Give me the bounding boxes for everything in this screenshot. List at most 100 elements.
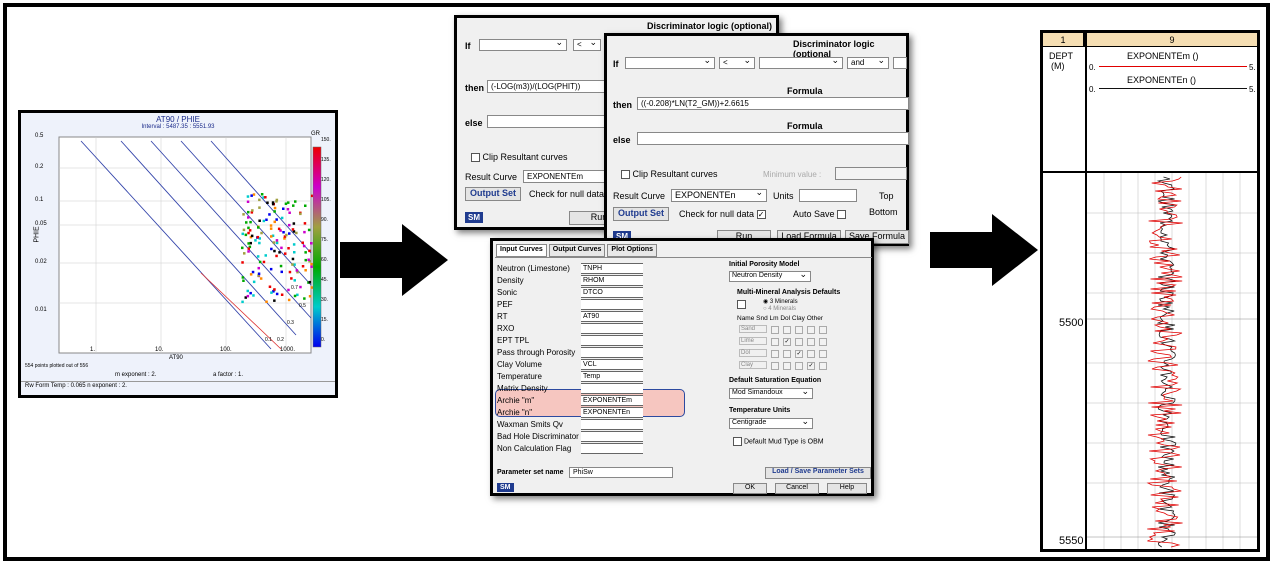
scatter-point <box>246 294 250 298</box>
else-formula-input[interactable] <box>487 115 607 128</box>
scatter-point <box>256 235 260 239</box>
input-curve-field[interactable] <box>581 335 643 346</box>
scatter-point <box>308 280 312 284</box>
obm-checkbox[interactable]: Default Mud Type is OBM <box>733 437 824 446</box>
mineral-checkbox[interactable] <box>795 362 803 370</box>
crossplot-gr-label: GR <box>311 131 320 137</box>
mineral-checkbox[interactable] <box>783 350 791 358</box>
result-curve-select[interactable]: EXPONENTEn <box>671 187 767 202</box>
if-curve-select[interactable] <box>625 55 715 69</box>
tab-input-curves[interactable]: Input Curves <box>496 244 547 257</box>
input-curve-field[interactable]: RHOM <box>581 275 643 286</box>
else-label: else <box>465 118 483 128</box>
then-formula-input[interactable]: ((-0.208)*LN(T2_GM))+2.6615 <box>637 97 909 110</box>
scatter-point <box>287 288 290 292</box>
depth-label: DEPT <box>1049 51 1074 61</box>
if-curve-select[interactable] <box>479 37 567 51</box>
temperature-units-select[interactable]: Centigrade <box>729 416 813 429</box>
cancel-button[interactable]: Cancel <box>775 483 819 494</box>
input-curve-field[interactable]: EXPONENTEn <box>581 407 643 418</box>
output-set-button[interactable]: Output Set <box>465 187 521 201</box>
scatter-point <box>266 201 269 204</box>
mineral-checkbox[interactable]: ✓ <box>807 362 815 370</box>
scatter-point <box>241 246 244 250</box>
input-curve-field[interactable]: EXPONENTEm <box>581 395 643 406</box>
scatter-point <box>242 279 245 282</box>
input-curve-field[interactable]: DTCO <box>581 287 643 298</box>
tab-plot-options[interactable]: Plot Options <box>607 244 658 257</box>
input-curve-field[interactable]: TNPH <box>581 263 643 274</box>
input-curve-label: Density <box>497 276 524 285</box>
formula-header-2: Formula <box>787 121 823 131</box>
mineral-checkbox[interactable] <box>771 338 779 346</box>
porosity-model-title: Initial Porosity Model <box>729 261 800 268</box>
result-curve-input[interactable]: EXPONENTEm <box>523 170 613 183</box>
mineral-checkbox[interactable] <box>771 350 779 358</box>
mineral-checkbox[interactable] <box>783 362 791 370</box>
mineral-checkbox[interactable] <box>795 338 803 346</box>
mineral-checkbox[interactable] <box>819 362 827 370</box>
mineral-checkbox[interactable]: ✓ <box>795 350 803 358</box>
else-formula-input[interactable] <box>637 132 909 145</box>
input-curve-field[interactable] <box>581 383 643 394</box>
scatter-point <box>269 227 273 230</box>
value-select[interactable] <box>759 55 843 69</box>
x-tick-label: 1000. <box>280 347 296 353</box>
color-tick-label: 60. <box>321 257 328 263</box>
input-curve-field[interactable] <box>581 347 643 358</box>
mineral-checkbox[interactable] <box>807 326 815 334</box>
mineral-checkbox[interactable] <box>795 326 803 334</box>
operator-select[interactable]: < <box>573 37 601 51</box>
minerals-4-radio[interactable]: ○ 4 Minerals <box>763 306 796 312</box>
scatter-point <box>270 247 273 251</box>
m-exponent: m exponent : 2. <box>115 372 157 378</box>
clip-checkbox[interactable]: Clip Resultant curves <box>471 152 568 163</box>
saturation-select[interactable]: Mod Simandoux <box>729 386 813 399</box>
mineral-checkbox[interactable] <box>819 338 827 346</box>
mineral-checkbox[interactable] <box>819 350 827 358</box>
help-button[interactable]: Help <box>827 483 867 494</box>
ok-button[interactable]: OK <box>733 483 767 494</box>
scatter-point <box>264 254 267 257</box>
mineral-checkbox[interactable]: ✓ <box>783 338 791 346</box>
mineral-checkbox[interactable] <box>807 350 815 358</box>
crossplot-window: AT90 / PHIE Interval : 5487.35 : 5551.93… <box>18 110 338 398</box>
min-value-input[interactable] <box>835 167 907 180</box>
scatter-point <box>275 218 278 221</box>
units-input[interactable] <box>799 189 857 202</box>
input-curve-field[interactable]: VCL <box>581 359 643 370</box>
mineral-checkbox[interactable] <box>819 326 827 334</box>
input-curve-field[interactable] <box>581 323 643 334</box>
scatter-point <box>310 242 313 245</box>
param-set-input[interactable]: PhiSw <box>569 467 673 478</box>
input-curve-field[interactable] <box>581 443 643 454</box>
check-null-checkbox[interactable]: Check for null data ✓ <box>679 209 766 220</box>
mineral-checkbox[interactable] <box>807 338 815 346</box>
clip-checkbox[interactable]: Clip Resultant curves <box>621 169 718 180</box>
scatter-point <box>245 221 248 224</box>
tab-output-curves[interactable]: Output Curves <box>548 244 606 257</box>
scatter-point <box>251 209 254 212</box>
and-value-input[interactable] <box>893 57 907 69</box>
color-tick-label: 90. <box>321 217 328 223</box>
input-curve-field[interactable] <box>581 431 643 442</box>
auto-save-checkbox[interactable]: Auto Save <box>793 209 847 220</box>
then-formula-input[interactable]: (-LOG(m3))/(LOG(PHIT)) <box>487 80 607 93</box>
input-curve-field[interactable]: Temp <box>581 371 643 382</box>
scatter-point <box>277 227 281 231</box>
mineral-checkbox[interactable] <box>771 326 779 334</box>
output-set-button[interactable]: Output Set <box>613 207 669 221</box>
load-save-param-button[interactable]: Load / Save Parameter Sets <box>765 467 871 479</box>
input-curve-field[interactable] <box>581 419 643 430</box>
operator-select[interactable]: < <box>719 55 755 69</box>
input-curve-field[interactable]: AT90 <box>581 311 643 322</box>
input-curve-label: EPT TPL <box>497 336 530 345</box>
mineral-checkbox[interactable] <box>783 326 791 334</box>
minerals-3-radio[interactable]: ◉ 3 Minerals <box>763 298 798 305</box>
mineral-checkbox[interactable] <box>771 362 779 370</box>
mineral-checkbox[interactable] <box>737 299 746 310</box>
sw-line-label: 0.2 <box>277 337 284 343</box>
and-select[interactable]: and <box>847 55 889 69</box>
porosity-model-select[interactable]: Neutron Density <box>729 269 811 282</box>
input-curve-field[interactable] <box>581 299 643 310</box>
